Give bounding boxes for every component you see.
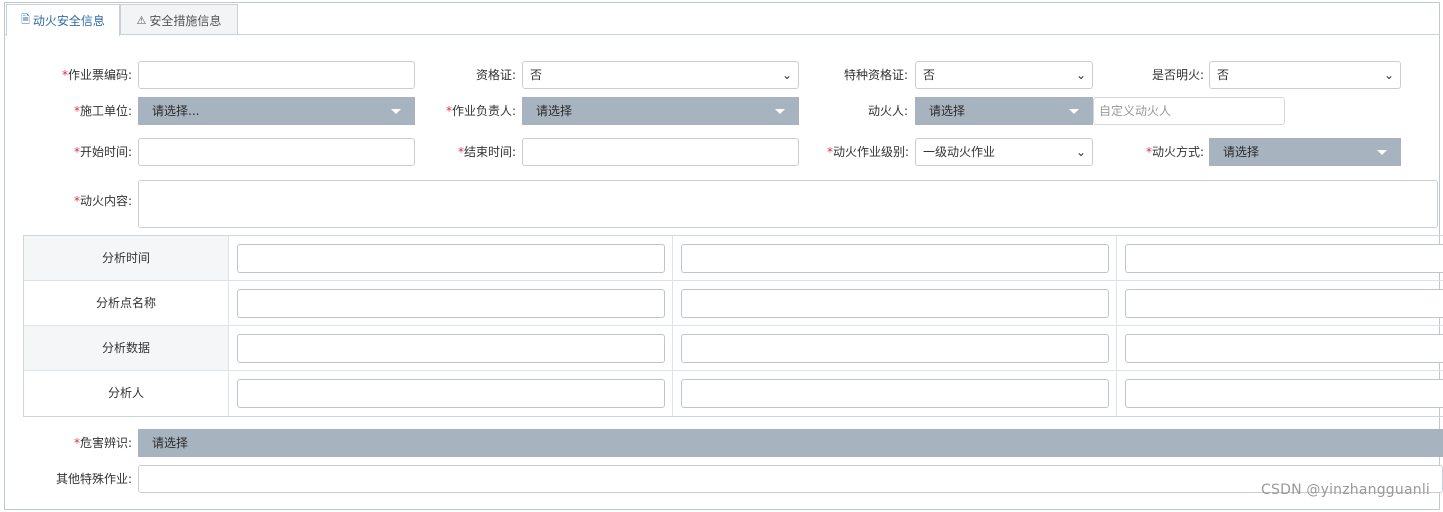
analysis-cell xyxy=(1117,326,1443,370)
analysis-point-input-1[interactable] xyxy=(237,289,665,318)
row-label: 分析数据 xyxy=(24,326,229,370)
row-label: 分析时间 xyxy=(24,236,229,280)
analysis-cell xyxy=(673,326,1117,370)
tab-fire-safety-info[interactable]: 🗎 动火安全信息 xyxy=(6,4,120,36)
analysis-cell xyxy=(673,236,1117,280)
tab-safety-measures-info[interactable]: ⚠ 安全措施信息 xyxy=(120,4,238,35)
tab-label: 安全措施信息 xyxy=(149,13,222,28)
hazard-select[interactable]: 请选择 xyxy=(138,429,1443,457)
fire-content-label: *动火内容: xyxy=(73,194,132,208)
chevron-down-icon: ⌄ xyxy=(1075,68,1086,82)
work-leader-select[interactable]: 请选择 xyxy=(522,97,799,125)
fire-method-label: *动火方式: xyxy=(1145,145,1204,159)
analyst-input-3[interactable] xyxy=(1125,379,1443,408)
qualification-label: 资格证: xyxy=(475,68,516,82)
analysis-cell xyxy=(229,236,673,280)
caret-down-icon xyxy=(775,109,785,114)
fire-method-select[interactable]: 请选择 xyxy=(1209,138,1401,166)
end-time-label: *结束时间: xyxy=(457,145,516,159)
other-special-label: 其他特殊作业: xyxy=(55,472,132,486)
analyst-input-2[interactable] xyxy=(681,379,1109,408)
custom-fire-person-input[interactable]: 自定义动火人 xyxy=(1093,97,1285,125)
analysis-point-input-3[interactable] xyxy=(1125,289,1443,318)
open-fire-label: 是否明火: xyxy=(1151,68,1204,82)
caret-down-icon xyxy=(1377,150,1387,155)
tab-divider xyxy=(4,34,1440,35)
analysis-data-input-2[interactable] xyxy=(681,334,1109,363)
analysis-cell xyxy=(1117,281,1443,325)
analyst-input-1[interactable] xyxy=(237,379,665,408)
document-icon: 🗎 xyxy=(21,13,30,26)
table-row: 分析时间 xyxy=(24,236,1443,281)
ticket-code-label: *作业票编码: xyxy=(61,68,132,82)
start-time-input[interactable] xyxy=(138,138,415,166)
caret-down-icon xyxy=(391,109,401,114)
row-label: 分析人 xyxy=(24,371,229,416)
fire-level-label: *动火作业级别: xyxy=(826,145,909,159)
fire-content-textarea[interactable] xyxy=(138,180,1438,228)
analysis-time-input-3[interactable] xyxy=(1125,244,1443,273)
analysis-cell xyxy=(229,281,673,325)
analysis-time-input-1[interactable] xyxy=(237,244,665,273)
other-special-input[interactable] xyxy=(138,465,1443,493)
start-time-label: *开始时间: xyxy=(73,145,132,159)
fire-level-select[interactable]: 一级动火作业 ⌄ xyxy=(915,138,1093,166)
special-qualification-label: 特种资格证: xyxy=(843,68,908,82)
fire-person-select[interactable]: 请选择 xyxy=(915,97,1093,125)
chevron-down-icon: ⌄ xyxy=(781,68,792,82)
qualification-select[interactable]: 否 ⌄ xyxy=(522,61,799,89)
row-label: 分析点名称 xyxy=(24,281,229,325)
chevron-down-icon: ⌄ xyxy=(1075,145,1086,159)
chevron-down-icon: ⌄ xyxy=(1383,68,1394,82)
analysis-cell xyxy=(229,326,673,370)
fire-person-label: 动火人: xyxy=(867,104,908,118)
table-row: 分析数据 xyxy=(24,326,1443,371)
analysis-point-input-2[interactable] xyxy=(681,289,1109,318)
watermark: CSDN @yinzhangguanli xyxy=(1261,482,1430,498)
analysis-cell xyxy=(673,281,1117,325)
construction-unit-select[interactable]: 请选择... xyxy=(138,97,415,125)
tab-label: 动火安全信息 xyxy=(32,14,105,28)
end-time-input[interactable] xyxy=(522,138,799,166)
work-leader-label: *作业负责人: xyxy=(445,104,516,118)
caret-down-icon xyxy=(1069,109,1079,114)
analysis-cell xyxy=(673,371,1117,416)
analysis-cell xyxy=(1117,236,1443,280)
analysis-data-input-1[interactable] xyxy=(237,334,665,363)
table-row: 分析点名称 xyxy=(24,281,1443,326)
analysis-data-input-3[interactable] xyxy=(1125,334,1443,363)
analysis-cell xyxy=(229,371,673,416)
analysis-table: 分析时间 分析点名称 分析数据 分析人 xyxy=(23,235,1443,417)
ticket-code-input[interactable] xyxy=(138,61,415,89)
analysis-time-input-2[interactable] xyxy=(681,244,1109,273)
warning-icon: ⚠ xyxy=(136,13,147,27)
construction-unit-label: *施工单位: xyxy=(73,104,132,118)
special-qualification-select[interactable]: 否 ⌄ xyxy=(915,61,1093,89)
table-row: 分析人 xyxy=(24,371,1443,416)
open-fire-select[interactable]: 否 ⌄ xyxy=(1209,61,1401,89)
analysis-cell xyxy=(1117,371,1443,416)
hazard-label: *危害辨识: xyxy=(73,436,132,450)
